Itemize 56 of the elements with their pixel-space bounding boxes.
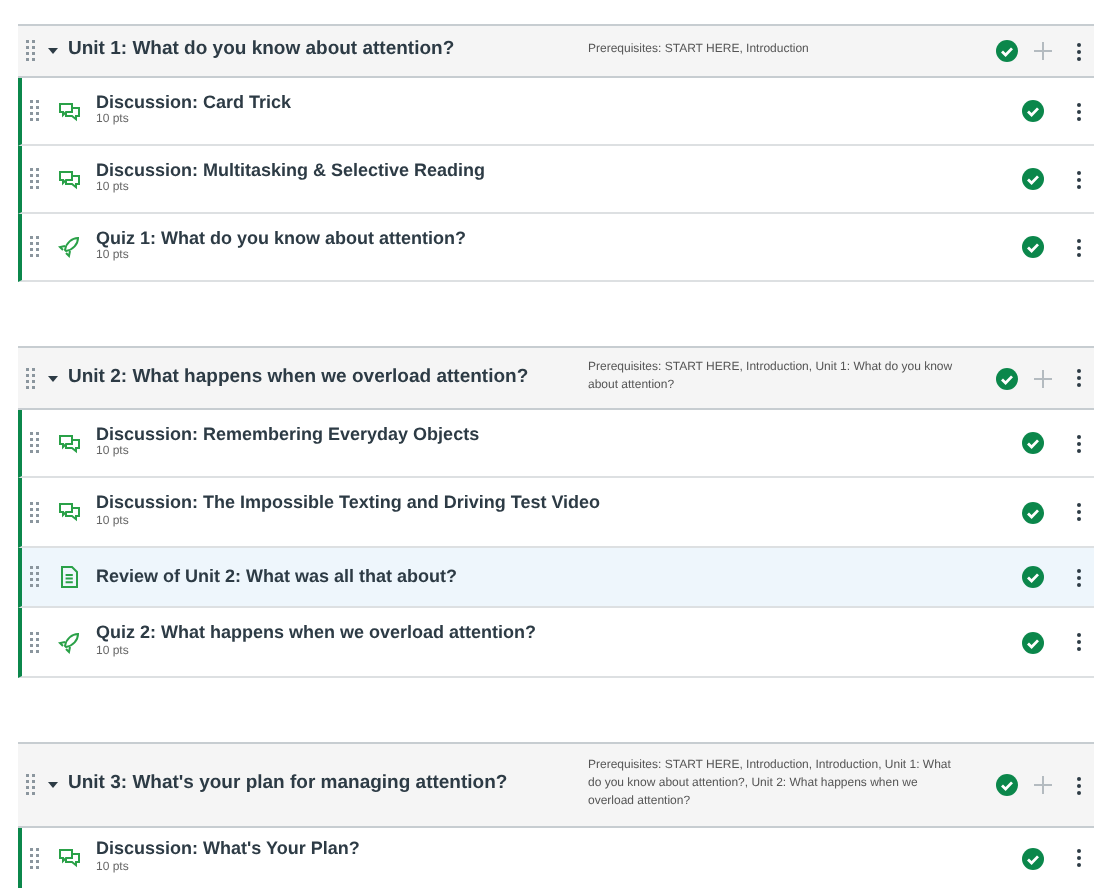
more-options-icon[interactable] (1076, 775, 1082, 795)
more-options-icon[interactable] (1076, 41, 1082, 61)
item-title[interactable]: Quiz 1: What do you know about attention? (96, 227, 1022, 249)
module-title: Unit 1: What do you know about attention? (68, 36, 457, 65)
more-options-icon[interactable] (1076, 169, 1082, 189)
more-options-icon[interactable] (1076, 567, 1082, 587)
published-check-icon[interactable] (996, 40, 1018, 62)
drag-handle-icon[interactable] (30, 236, 40, 258)
item-title[interactable]: Review of Unit 2: What was all that about? (96, 566, 1022, 588)
published-check-icon[interactable] (996, 774, 1018, 796)
item-title[interactable]: Discussion: Multitasking & Selective Reading (96, 159, 1022, 181)
drag-handle-icon[interactable] (30, 847, 40, 869)
published-check-icon[interactable] (1022, 501, 1044, 523)
item-title[interactable]: Discussion: What's Your Plan? (96, 838, 1022, 860)
drag-handle-icon[interactable] (30, 168, 40, 190)
item-title[interactable]: Discussion: Remembering Everyday Objects (96, 423, 1022, 445)
published-check-icon[interactable] (1022, 847, 1044, 869)
rocket-icon (57, 236, 79, 258)
caret-down-icon[interactable] (48, 373, 58, 383)
speech-bubbles-icon (57, 502, 79, 522)
published-check-icon[interactable] (1022, 100, 1044, 122)
more-options-icon[interactable] (1076, 502, 1082, 522)
more-options-icon[interactable] (1076, 237, 1082, 257)
document-icon (59, 566, 77, 588)
drag-handle-icon[interactable] (26, 774, 36, 796)
item-title[interactable]: Quiz 2: What happens when we overload attention? (96, 622, 1022, 644)
more-options-icon[interactable] (1076, 848, 1082, 868)
drag-handle-icon[interactable] (26, 40, 36, 62)
module-item-row[interactable]: Review of Unit 2: What was all that about? (18, 548, 1094, 608)
rocket-icon (57, 631, 79, 653)
speech-bubbles-icon (57, 433, 79, 453)
item-title[interactable]: Discussion: The Impossible Texting and Driving Test Video (96, 492, 1022, 514)
drag-handle-icon[interactable] (30, 100, 40, 122)
more-options-icon[interactable] (1076, 368, 1082, 388)
published-check-icon[interactable] (1022, 631, 1044, 653)
published-check-icon[interactable] (1022, 432, 1044, 454)
caret-down-icon[interactable] (48, 46, 58, 56)
drag-handle-icon[interactable] (30, 566, 40, 588)
more-options-icon[interactable] (1076, 101, 1082, 121)
module-title: Unit 3: What's your plan for managing attention? (68, 770, 510, 799)
speech-bubbles-icon (57, 101, 79, 121)
caret-down-icon[interactable] (48, 780, 58, 790)
drag-handle-icon[interactable] (26, 367, 36, 389)
item-title[interactable]: Discussion: Card Trick (96, 91, 1022, 113)
more-options-icon[interactable] (1076, 433, 1082, 453)
speech-bubbles-icon (57, 848, 79, 868)
published-check-icon[interactable] (1022, 168, 1044, 190)
published-check-icon[interactable] (1022, 566, 1044, 588)
published-check-icon[interactable] (996, 367, 1018, 389)
more-options-icon[interactable] (1076, 632, 1082, 652)
drag-handle-icon[interactable] (30, 432, 40, 454)
drag-handle-icon[interactable] (30, 501, 40, 523)
speech-bubbles-icon (57, 169, 79, 189)
published-check-icon[interactable] (1022, 236, 1044, 258)
drag-handle-icon[interactable] (30, 631, 40, 653)
module-title: Unit 2: What happens when we overload attention? (68, 363, 531, 392)
